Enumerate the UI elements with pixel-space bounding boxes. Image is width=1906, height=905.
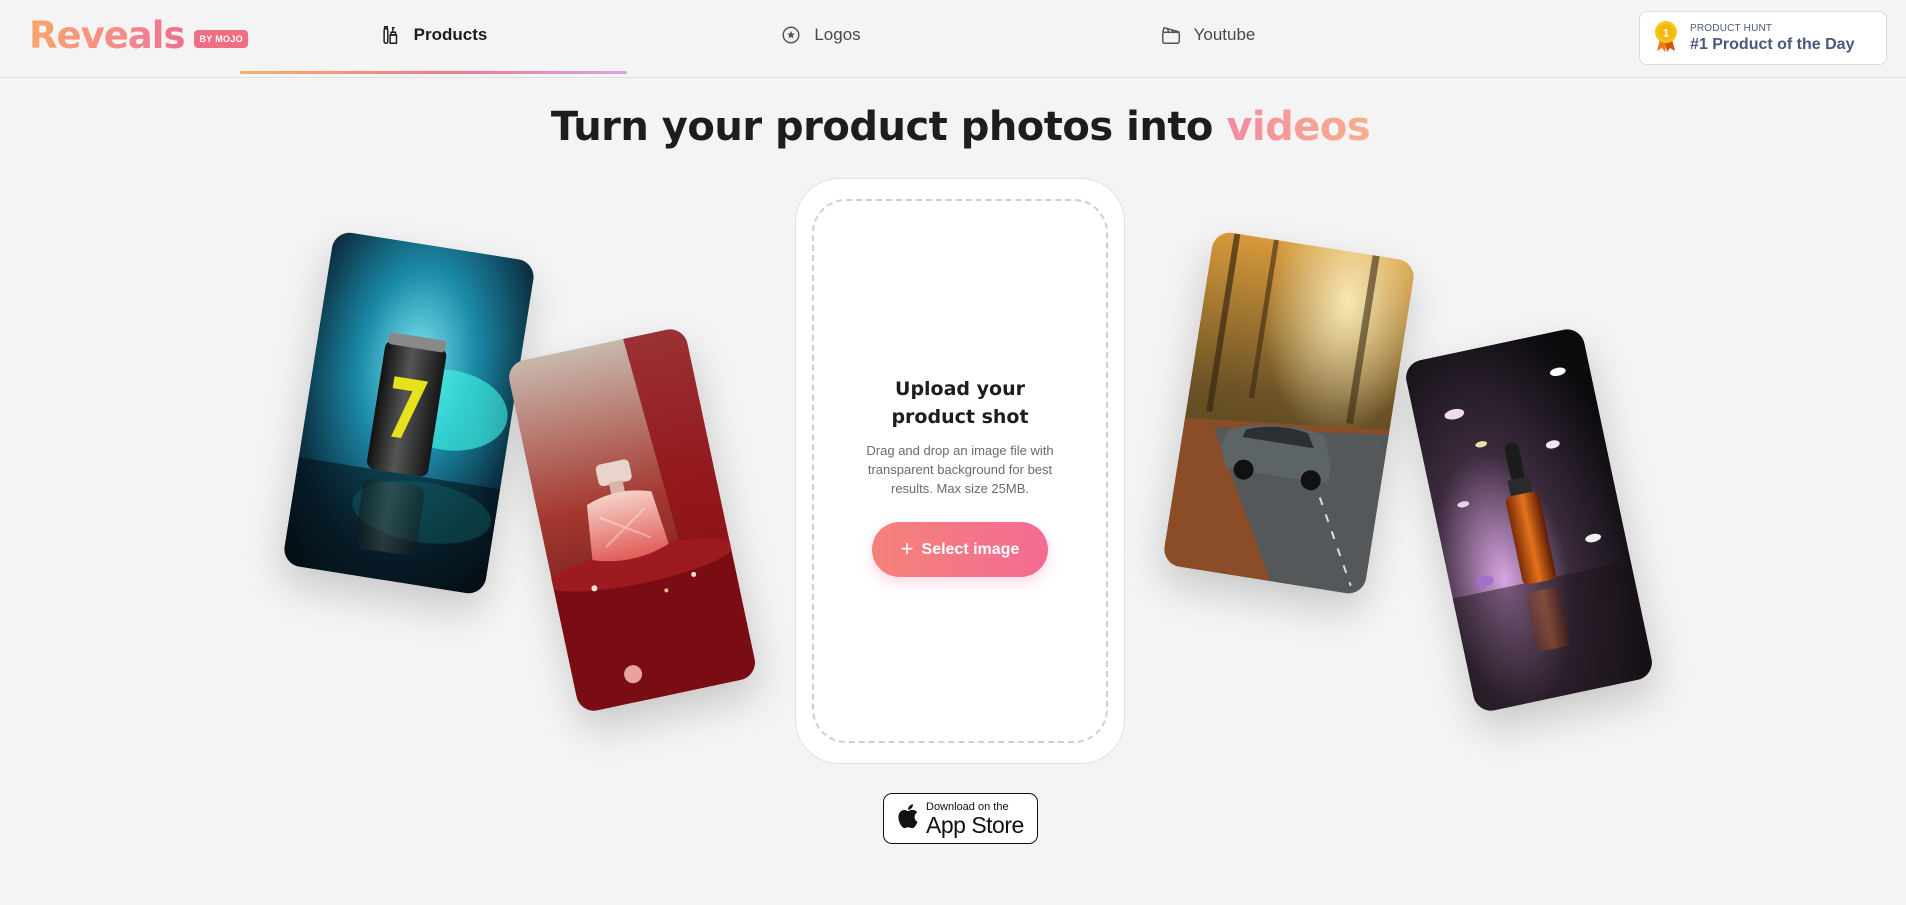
star-circle-icon <box>780 24 802 46</box>
page-headline: Turn your product photos into videos <box>0 104 1906 150</box>
product-of-the-day-label: #1 Product of the Day <box>1690 35 1855 53</box>
tab-products-label: Products <box>413 25 488 44</box>
svg-text:1: 1 <box>1663 27 1669 39</box>
product-hunt-label: PRODUCT HUNT <box>1690 22 1773 34</box>
image-dropzone[interactable]: Upload your product shot Drag and drop a… <box>812 199 1108 743</box>
headline-accent-text: videos <box>1226 104 1371 150</box>
upload-panel: Upload your product shot Drag and drop a… <box>795 178 1125 764</box>
tab-logos-label: Logos <box>814 25 861 44</box>
tab-logos[interactable]: Logos <box>627 0 1014 74</box>
reveals-logo[interactable]: Reveals BY MOJO <box>29 14 248 57</box>
example-photo-energy-can <box>281 230 537 596</box>
app-store-text: Download on the App Store <box>926 801 1024 837</box>
example-photo-car <box>1161 230 1417 596</box>
logo-wordmark: Reveals <box>29 14 185 57</box>
product-hunt-badge[interactable]: 1 PRODUCT HUNT #1 Product of the Day <box>1639 11 1887 65</box>
example-photo-perfume <box>505 325 759 715</box>
example-photo-serum <box>1402 325 1656 715</box>
apple-icon <box>895 802 919 835</box>
tab-products[interactable]: Products <box>240 0 627 74</box>
products-icon <box>380 24 402 46</box>
tab-youtube[interactable]: Youtube <box>1014 0 1401 74</box>
headline-main-text: Turn your product photos into <box>550 104 1227 150</box>
upload-title: Upload your product shot <box>891 378 1029 428</box>
medal-icon: 1 <box>1652 19 1680 58</box>
product-hunt-text: PRODUCT HUNT #1 Product of the Day <box>1690 23 1854 54</box>
top-navigation-bar: Reveals BY MOJO Products Logos Youtube 1… <box>0 0 1906 78</box>
plus-icon: + <box>900 535 914 561</box>
app-store-small-label: Download on the <box>926 800 1009 813</box>
app-store-download-button[interactable]: Download on the App Store <box>883 793 1038 844</box>
select-image-button[interactable]: + Select image <box>872 522 1048 577</box>
app-store-big-label: App Store <box>926 811 1024 838</box>
upload-description: Drag and drop an image file with transpa… <box>866 443 1054 496</box>
select-image-label: Select image <box>921 540 1020 558</box>
mode-tabs: Products Logos Youtube <box>240 0 1401 78</box>
tab-youtube-label: Youtube <box>1193 25 1256 44</box>
clapperboard-icon <box>1160 24 1182 46</box>
